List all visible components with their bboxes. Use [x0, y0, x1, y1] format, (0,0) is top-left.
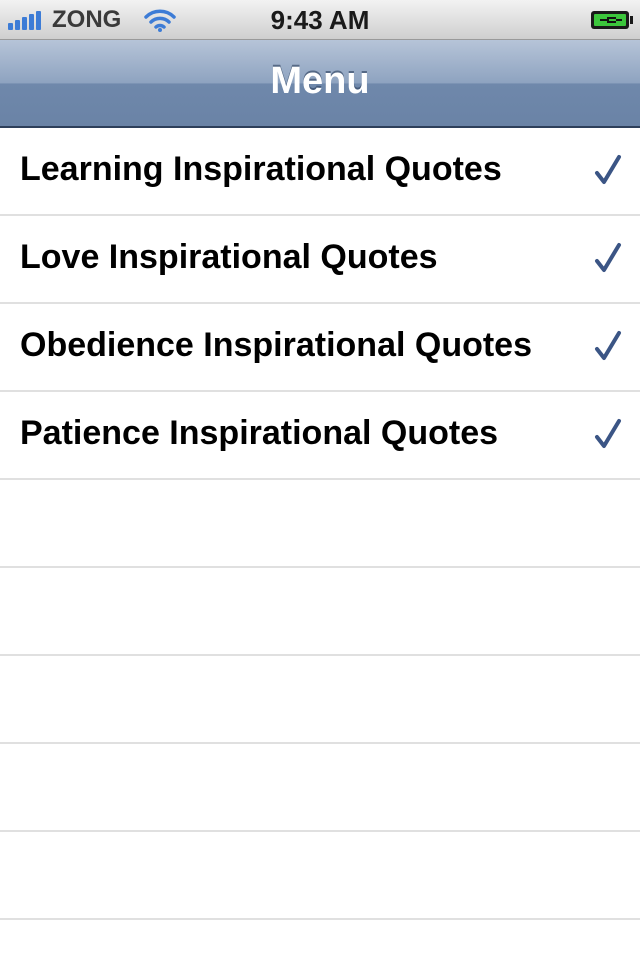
list-item-label: Love Inspirational Quotes — [20, 238, 438, 276]
list-item-label: Learning Inspirational Quotes — [20, 150, 502, 188]
checkmark-icon — [595, 243, 621, 272]
menu-list: Learning Inspirational Quotes Love Inspi… — [0, 128, 640, 920]
list-item-obedience[interactable]: Obedience Inspirational Quotes — [0, 304, 640, 392]
empty-row — [0, 480, 640, 568]
checkmark-icon — [595, 331, 621, 360]
list-item-love[interactable]: Love Inspirational Quotes — [0, 216, 640, 304]
navigation-bar: Menu — [0, 40, 640, 128]
checkmark-icon — [595, 419, 621, 448]
empty-row — [0, 744, 640, 832]
list-item-label: Obedience Inspirational Quotes — [20, 326, 532, 364]
list-item-patience[interactable]: Patience Inspirational Quotes — [0, 392, 640, 480]
list-item-label: Patience Inspirational Quotes — [20, 414, 499, 452]
battery-charging-icon — [591, 11, 633, 29]
page-title: Menu — [270, 60, 370, 102]
empty-row — [0, 656, 640, 744]
empty-row — [0, 832, 640, 920]
empty-row — [0, 568, 640, 656]
checkmark-icon — [595, 155, 621, 184]
list-item-learning[interactable]: Learning Inspirational Quotes — [0, 128, 640, 216]
status-bar: ZONG 9:43 AM — [0, 0, 640, 40]
status-time: 9:43 AM — [270, 5, 370, 35]
